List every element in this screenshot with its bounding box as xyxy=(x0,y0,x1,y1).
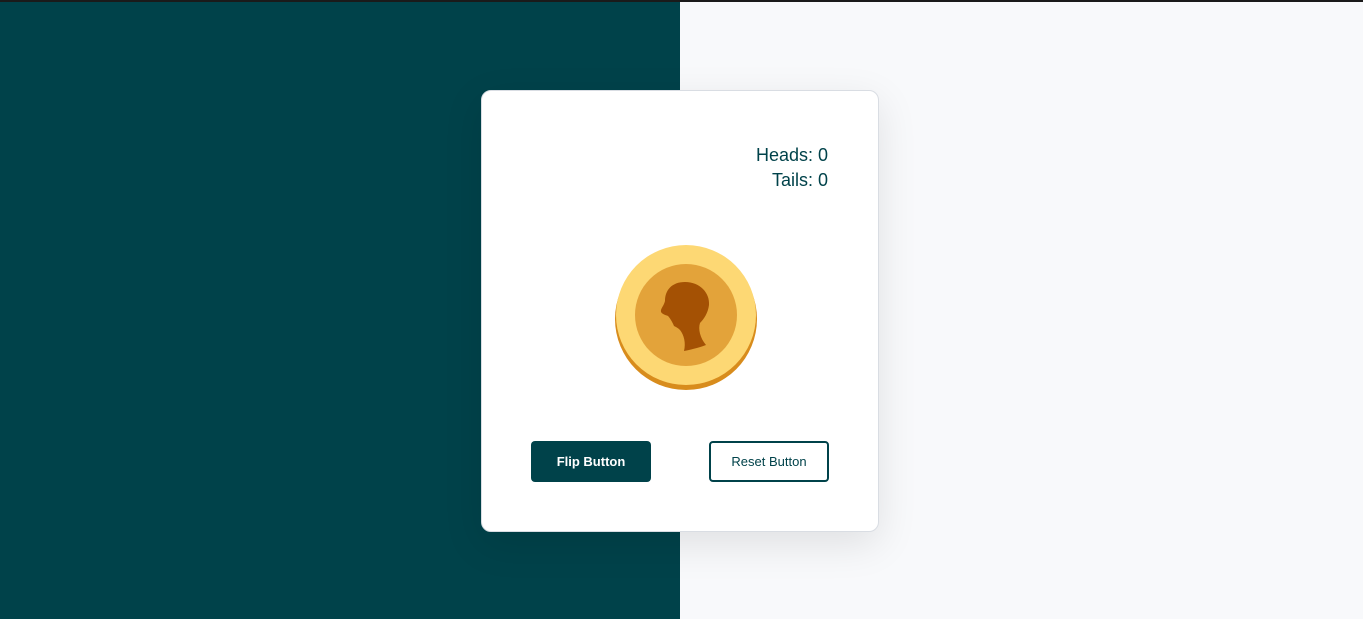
coin-head-silhouette-icon xyxy=(615,245,757,390)
reset-button[interactable]: Reset Button xyxy=(709,441,829,482)
heads-count: Heads: 0 xyxy=(755,145,828,165)
coin-flip-card: Heads: 0 Tails: 0 Flip Button Reset Butt… xyxy=(481,90,879,532)
page: Heads: 0 Tails: 0 Flip Button Reset Butt… xyxy=(0,0,1363,619)
score-board: Heads: 0 Tails: 0 xyxy=(756,143,828,193)
tails-count: Tails: 0 xyxy=(771,170,828,190)
flip-button[interactable]: Flip Button xyxy=(531,441,651,482)
coin xyxy=(614,243,760,393)
